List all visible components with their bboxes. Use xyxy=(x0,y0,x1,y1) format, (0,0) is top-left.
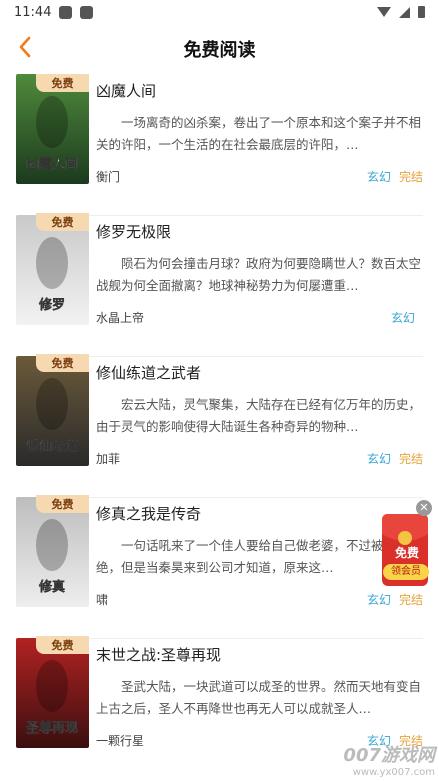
free-badge: 免费 xyxy=(36,636,89,654)
book-info: 修真之我是传奇 一句话吼来了一个佳人要给自己做老婆，不过被秦昊拒绝，但是当秦昊来… xyxy=(96,503,423,608)
book-cover[interactable]: 圣尊再现 xyxy=(16,638,89,748)
book-tags: 玄幻 完结 xyxy=(367,450,423,467)
back-button[interactable] xyxy=(12,34,38,60)
ad-free-label: 免费 xyxy=(394,546,419,560)
free-badge: 免费 xyxy=(36,354,89,372)
book-title[interactable]: 修罗无极限 xyxy=(96,221,423,243)
book-author: 衡门 xyxy=(96,170,121,184)
notification-icon xyxy=(59,5,73,19)
app-notification-icon xyxy=(80,5,94,19)
book-author: 一颗行星 xyxy=(96,734,145,748)
book-author: 啸 xyxy=(96,593,109,607)
book-info: 修仙练道之武者 宏云大陆，灵气聚集，大陆存在已经有亿万年的历史，由于灵气的影响使… xyxy=(96,362,423,467)
book-description: 陨石为何会撞击月球？政府为何要隐瞒世人？数百太空战舰为何全面撤离？地球神秘势力为… xyxy=(96,256,422,293)
cover-title: 凶魔人间 xyxy=(26,156,78,172)
status-tag: 完结 xyxy=(398,593,423,607)
book-info: 修罗无极限 陨石为何会撞击月球？政府为何要隐瞒世人？数百太空战舰为何全面撤离？地… xyxy=(96,221,423,326)
cover-title: 修真 xyxy=(38,579,65,595)
free-badge: 免费 xyxy=(36,74,89,92)
book-item[interactable]: 修真 免费 修真之我是传奇 一句话吼来了一个佳人要给自己做老婆，不过被秦昊拒绝，… xyxy=(0,495,439,638)
genre-tag: 玄幻 xyxy=(366,593,391,607)
genre-tag: 玄幻 xyxy=(366,452,391,466)
book-list: 凶魔人间 免费 凶魔人间 一场离奇的凶杀案，卷出了一个原本和这个案子并不相关的许… xyxy=(0,74,439,779)
status-right xyxy=(377,6,425,18)
close-icon[interactable]: ✕ xyxy=(416,500,432,516)
ad-vip-label: 领会员 xyxy=(383,564,429,580)
book-info: 末世之战:圣尊再现 圣武大陆，一块武道可以成圣的世界。然而天地有变自上古之后，圣… xyxy=(96,644,423,749)
watermark-url: www.yx007.com xyxy=(352,767,435,778)
book-meta: 加菲 玄幻 完结 xyxy=(96,450,423,467)
genre-tag: 玄幻 xyxy=(390,311,415,325)
book-item[interactable]: 修仙练道 免费 修仙练道之武者 宏云大陆，灵气聚集，大陆存在已经有亿万年的历史，… xyxy=(0,354,439,497)
free-badge: 免费 xyxy=(36,213,89,231)
book-title[interactable]: 修仙练道之武者 xyxy=(96,362,423,384)
book-title[interactable]: 末世之战:圣尊再现 xyxy=(96,644,423,666)
status-bar: 11:44 xyxy=(0,0,439,24)
page-title: 免费阅读 xyxy=(183,40,256,61)
nav-bar: 免费阅读 xyxy=(0,24,439,74)
book-tags: 玄幻 xyxy=(391,309,423,326)
book-item[interactable]: 修罗 免费 修罗无极限 陨石为何会撞击月球？政府为何要隐瞒世人？数百太空战舰为何… xyxy=(0,213,439,356)
book-description: 圣武大陆，一块武道可以成圣的世界。然而天地有变自上古之后，圣人不再降世也再无人可… xyxy=(96,679,422,716)
cover-art-icon: 修仙练道 xyxy=(16,356,89,466)
book-author: 加菲 xyxy=(96,452,121,466)
cover-art-icon: 圣尊再现 xyxy=(16,638,89,748)
status-tag: 完结 xyxy=(398,452,423,466)
free-badge: 免费 xyxy=(36,495,89,513)
chevron-left-icon xyxy=(19,36,31,58)
signal-icon xyxy=(399,6,410,18)
genre-tag: 玄幻 xyxy=(366,170,391,184)
book-tags: 玄幻 完结 xyxy=(367,591,423,608)
book-item[interactable]: 凶魔人间 免费 凶魔人间 一场离奇的凶杀案，卷出了一个原本和这个案子并不相关的许… xyxy=(0,74,439,215)
floating-ad[interactable]: ✕ 免费 领会员 xyxy=(382,500,434,588)
book-meta: 衡门 玄幻 完结 xyxy=(96,168,423,185)
watermark-logo: 007游戏网 xyxy=(343,745,435,766)
book-meta: 啸 玄幻 完结 xyxy=(96,591,423,608)
wifi-icon xyxy=(377,7,391,17)
book-info: 凶魔人间 一场离奇的凶杀案，卷出了一个原本和这个案子并不相关的许阳，一个生活的在… xyxy=(96,80,423,185)
book-title[interactable]: 修真之我是传奇 xyxy=(96,503,423,525)
book-author: 水晶上帝 xyxy=(96,311,145,325)
cover-title: 圣尊再现 xyxy=(26,720,78,736)
status-time: 11:44 xyxy=(14,4,52,20)
book-description: 一句话吼来了一个佳人要给自己做老婆，不过被秦昊拒绝，但是当秦昊来到公司才知道，原… xyxy=(96,538,422,575)
book-description: 宏云大陆，灵气聚集，大陆存在已经有亿万年的历史，由于灵气的影响使得大陆诞生各种奇… xyxy=(96,397,422,434)
book-cover[interactable]: 修仙练道 xyxy=(16,356,89,466)
cover-art-icon: 修罗 xyxy=(16,215,89,325)
book-description: 一场离奇的凶杀案，卷出了一个原本和这个案子并不相关的许阳，一个生活的在社会最底层… xyxy=(96,115,422,152)
book-title[interactable]: 凶魔人间 xyxy=(96,80,423,102)
book-meta: 水晶上帝 玄幻 xyxy=(96,309,423,326)
cover-art-icon: 修真 xyxy=(16,497,89,607)
cover-title: 修罗 xyxy=(38,297,65,313)
watermark: 007游戏网 www.yx007.com xyxy=(343,741,435,778)
battery-icon xyxy=(418,6,425,18)
cover-title: 修仙练道 xyxy=(25,438,78,454)
book-tags: 玄幻 完结 xyxy=(367,168,423,185)
status-left: 11:44 xyxy=(14,4,94,20)
status-tag: 完结 xyxy=(398,170,423,184)
book-cover[interactable]: 修真 xyxy=(16,497,89,607)
book-cover[interactable]: 修罗 xyxy=(16,215,89,325)
